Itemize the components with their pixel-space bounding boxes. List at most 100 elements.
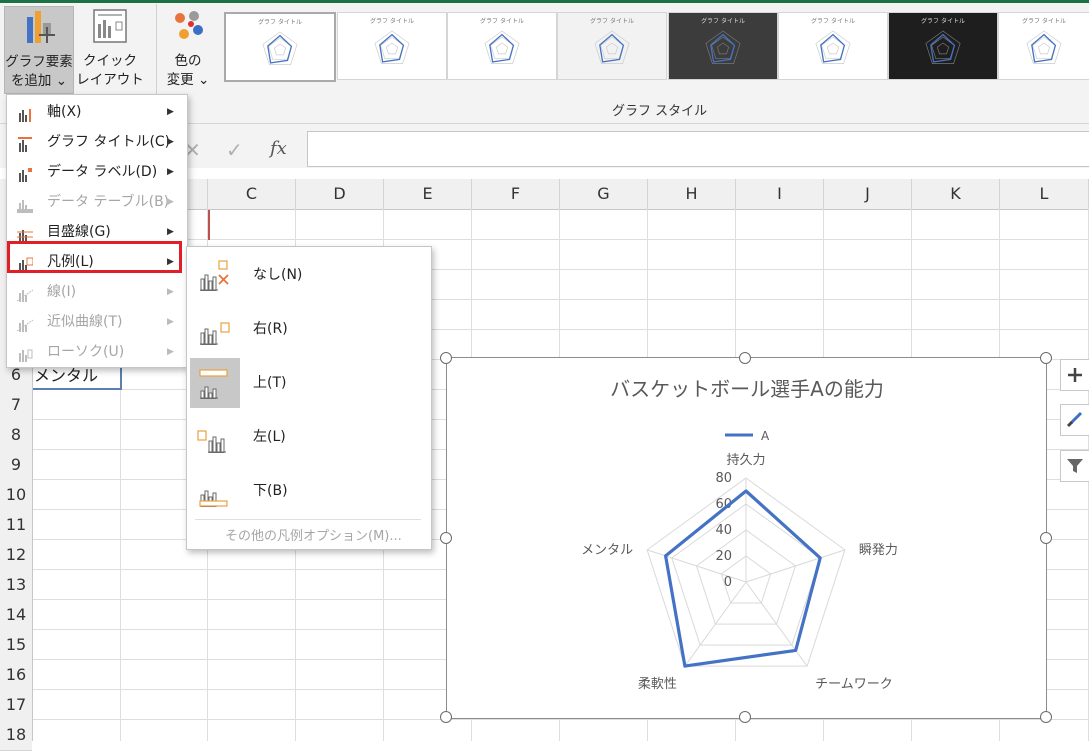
legend-option-bottom[interactable]: 下(B) bbox=[187, 464, 431, 518]
add-chart-element-label-2: を追加 ⌄ bbox=[10, 73, 68, 89]
legend-option-left[interactable]: 左(L) bbox=[187, 410, 431, 464]
change-colors-button[interactable]: 色の 変更 ⌄ bbox=[160, 6, 216, 92]
add-chart-element-button[interactable]: グラフ要素 を追加 ⌄ bbox=[4, 6, 74, 94]
menu-item-updown-bars[interactable]: ローソク(U) ▶ bbox=[7, 337, 185, 367]
legend-bottom-icon bbox=[197, 475, 231, 508]
thumbnail-title: グラフ タイトル bbox=[921, 18, 965, 25]
chart-style-thumbnail[interactable]: グラフ タイトル bbox=[337, 12, 447, 80]
resize-handle-nw[interactable] bbox=[440, 352, 452, 364]
chart-style-thumbnail[interactable]: グラフ タイトル bbox=[224, 12, 336, 82]
legend-option-label: 上(T) bbox=[253, 375, 287, 391]
row-header-18[interactable]: 18 bbox=[0, 720, 32, 751]
lines-icon bbox=[16, 284, 34, 302]
resize-handle-w[interactable] bbox=[440, 532, 452, 544]
chart-elements-button[interactable] bbox=[1060, 359, 1089, 391]
column-header-f[interactable]: F bbox=[472, 179, 560, 209]
row-header-15[interactable]: 15 bbox=[0, 630, 32, 661]
column-header-i[interactable]: I bbox=[736, 179, 824, 209]
column-header-c[interactable]: C bbox=[208, 179, 296, 209]
menu-item-lines[interactable]: 線(I) ▶ bbox=[7, 277, 185, 307]
menu-item-axis[interactable]: 軸(X) ▶ bbox=[7, 97, 185, 127]
add-chart-element-label-1: グラフ要素 bbox=[5, 54, 73, 70]
legend-submenu: なし(N) 右(R) 上(T) 左(L) 下(B) その他の凡例オプション(M)... bbox=[186, 246, 432, 550]
chart-style-thumbnail[interactable]: グラフ タイトル bbox=[888, 12, 998, 80]
menu-item-label: 線(I) bbox=[47, 284, 77, 300]
column-header-h[interactable]: H bbox=[648, 179, 736, 209]
column-header-e[interactable]: E bbox=[384, 179, 472, 209]
submenu-arrow-icon: ▶ bbox=[167, 317, 174, 327]
row-header-16[interactable]: 16 bbox=[0, 660, 32, 691]
column-header-l[interactable]: L bbox=[1000, 179, 1089, 209]
submenu-arrow-icon: ▶ bbox=[167, 137, 174, 147]
column-header-k[interactable]: K bbox=[912, 179, 1000, 209]
grid-hline bbox=[33, 239, 1089, 240]
filter-icon bbox=[1067, 459, 1083, 473]
insert-function-icon[interactable]: fx bbox=[270, 138, 287, 159]
data-label-icon bbox=[17, 164, 33, 182]
row-header-10[interactable]: 10 bbox=[0, 480, 32, 511]
row-header-17[interactable]: 17 bbox=[0, 690, 32, 721]
row-header-border bbox=[32, 360, 33, 741]
menu-item-data-table[interactable]: データ テーブル(B) ▶ bbox=[7, 187, 185, 217]
change-colors-label-2: 変更 ⌄ bbox=[166, 72, 210, 88]
column-header-d[interactable]: D bbox=[296, 179, 384, 209]
row-header-9[interactable]: 9 bbox=[0, 450, 32, 481]
quick-layout-label-1: クイック bbox=[83, 53, 137, 69]
thumbnail-title: グラフ タイトル bbox=[590, 18, 634, 25]
row-header-14[interactable]: 14 bbox=[0, 600, 32, 631]
radar-tick-label: 80 bbox=[715, 471, 732, 486]
radar-tick-label: 40 bbox=[715, 523, 732, 538]
row-header-11[interactable]: 11 bbox=[0, 510, 32, 541]
menu-item-label: 軸(X) bbox=[47, 104, 82, 120]
menu-item-trendline[interactable]: 近似曲線(T) ▶ bbox=[7, 307, 185, 337]
more-legend-options[interactable]: その他の凡例オプション(M)... bbox=[225, 525, 402, 544]
chart-style-thumbnail[interactable]: グラフ タイトル bbox=[668, 12, 778, 80]
chart-title[interactable]: バスケットボール選手Aの能力 bbox=[610, 377, 884, 401]
chart-style-thumbnail[interactable]: グラフ タイトル bbox=[557, 12, 667, 80]
resize-handle-n[interactable] bbox=[739, 352, 751, 364]
legend-option-right[interactable]: 右(R) bbox=[187, 302, 431, 356]
radar-tick-label: 0 bbox=[724, 575, 732, 590]
chart-styles-button[interactable] bbox=[1060, 404, 1089, 436]
menu-item-label: 近似曲線(T) bbox=[47, 314, 123, 330]
menu-item-data-label[interactable]: データ ラベル(D) ▶ bbox=[7, 157, 185, 187]
legend-none-icon bbox=[197, 259, 231, 292]
thumbnail-title: グラフ タイトル bbox=[701, 18, 745, 25]
menu-item-label: データ ラベル(D) bbox=[47, 164, 158, 180]
resize-handle-se[interactable] bbox=[1040, 711, 1052, 723]
column-header-g[interactable]: G bbox=[560, 179, 648, 209]
radar-category-label: 瞬発力 bbox=[859, 543, 898, 558]
chart-filters-button[interactable] bbox=[1060, 450, 1089, 482]
row-header-7[interactable]: 7 bbox=[0, 390, 32, 421]
quick-layout-button[interactable]: クイック レイアウト ⌄ bbox=[74, 6, 146, 107]
submenu-arrow-icon: ▶ bbox=[167, 167, 174, 177]
legend-option-none[interactable]: なし(N) bbox=[187, 248, 431, 302]
quick-layout-icon bbox=[93, 9, 127, 43]
menu-item-label: グラフ タイトル(C) bbox=[47, 134, 171, 150]
formula-input[interactable] bbox=[307, 131, 1089, 167]
chart-style-thumbnail[interactable]: グラフ タイトル bbox=[778, 12, 888, 80]
resize-handle-e[interactable] bbox=[1040, 532, 1052, 544]
row-header-12[interactable]: 12 bbox=[0, 540, 32, 571]
column-header-j[interactable]: J bbox=[824, 179, 912, 209]
confirm-entry-icon[interactable]: ✓ bbox=[226, 138, 243, 162]
ribbon-divider bbox=[156, 4, 157, 96]
radar-chart[interactable]: バスケットボール選手Aの能力 A 0 20 40 60 80 持久力 瞬発力 チームワーク 柔軟… bbox=[446, 357, 1047, 719]
radar-category-label: チームワーク bbox=[815, 677, 893, 692]
legend-entry-a[interactable]: A bbox=[761, 429, 770, 443]
resize-handle-sw[interactable] bbox=[440, 711, 452, 723]
submenu-arrow-icon: ▶ bbox=[167, 347, 174, 357]
resize-handle-ne[interactable] bbox=[1040, 352, 1052, 364]
menu-item-chart-title[interactable]: グラフ タイトル(C) ▶ bbox=[7, 127, 185, 157]
data-table-icon bbox=[17, 194, 33, 213]
legend-option-top[interactable]: 上(T) bbox=[187, 356, 431, 410]
thumbnail-title: グラフ タイトル bbox=[811, 18, 855, 25]
row-header-8[interactable]: 8 bbox=[0, 420, 32, 451]
row-header-13[interactable]: 13 bbox=[0, 570, 32, 601]
resize-handle-s[interactable] bbox=[739, 711, 751, 723]
chart-style-thumbnail[interactable]: グラフ タイトル bbox=[998, 12, 1089, 80]
submenu-arrow-icon: ▶ bbox=[167, 197, 174, 207]
chart-style-thumbnail[interactable]: グラフ タイトル bbox=[447, 12, 557, 80]
legend-option-label: 右(R) bbox=[253, 321, 288, 337]
legend-option-label: なし(N) bbox=[253, 267, 303, 283]
